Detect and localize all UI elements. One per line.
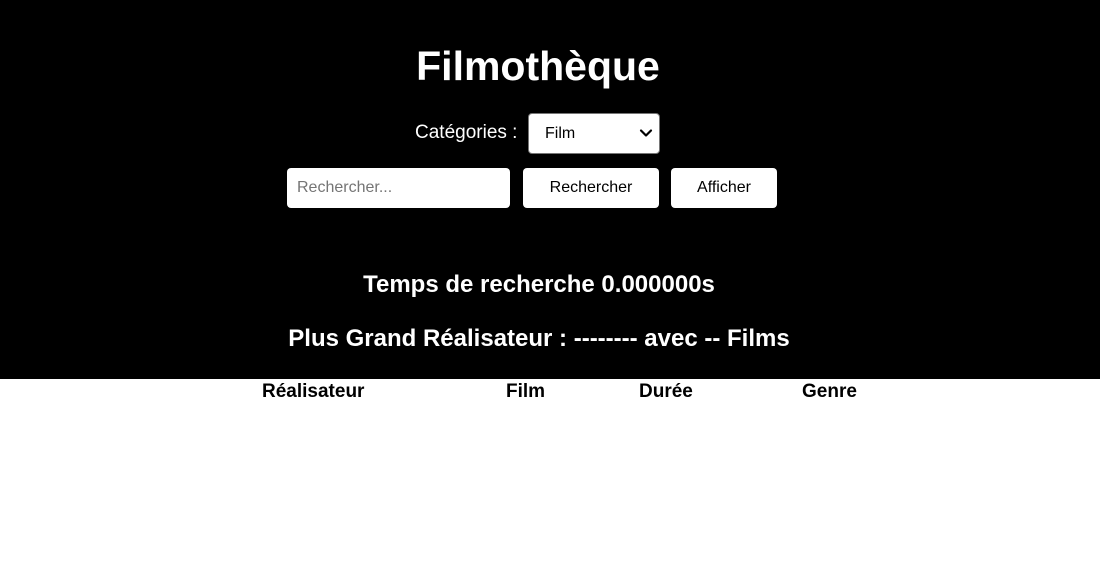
chevron-down-icon bbox=[639, 129, 653, 137]
category-label: Catégories : bbox=[415, 122, 518, 143]
column-header-duration: Durée bbox=[639, 381, 693, 402]
search-time: Temps de recherche 0.000000s bbox=[363, 271, 715, 298]
category-select[interactable]: Film bbox=[528, 113, 660, 154]
top-director: Plus Grand Réalisateur : -------- avec -… bbox=[288, 325, 790, 352]
results-table-header: Réalisateur Film Durée Genre bbox=[0, 379, 1100, 405]
column-header-director: Réalisateur bbox=[262, 381, 365, 402]
show-button[interactable]: Afficher bbox=[671, 168, 777, 208]
page-title: Filmothèque bbox=[416, 43, 660, 89]
column-header-film: Film bbox=[506, 381, 546, 402]
category-row: Catégories : Film bbox=[0, 113, 1100, 156]
search-button[interactable]: Rechercher bbox=[523, 168, 659, 208]
search-input[interactable] bbox=[287, 168, 510, 208]
header-banner: Filmothèque Catégories : Film Rechercher… bbox=[0, 0, 1100, 379]
column-header-genre: Genre bbox=[802, 381, 857, 402]
search-row: Rechercher Afficher bbox=[0, 168, 1100, 208]
category-select-value: Film bbox=[545, 125, 576, 142]
